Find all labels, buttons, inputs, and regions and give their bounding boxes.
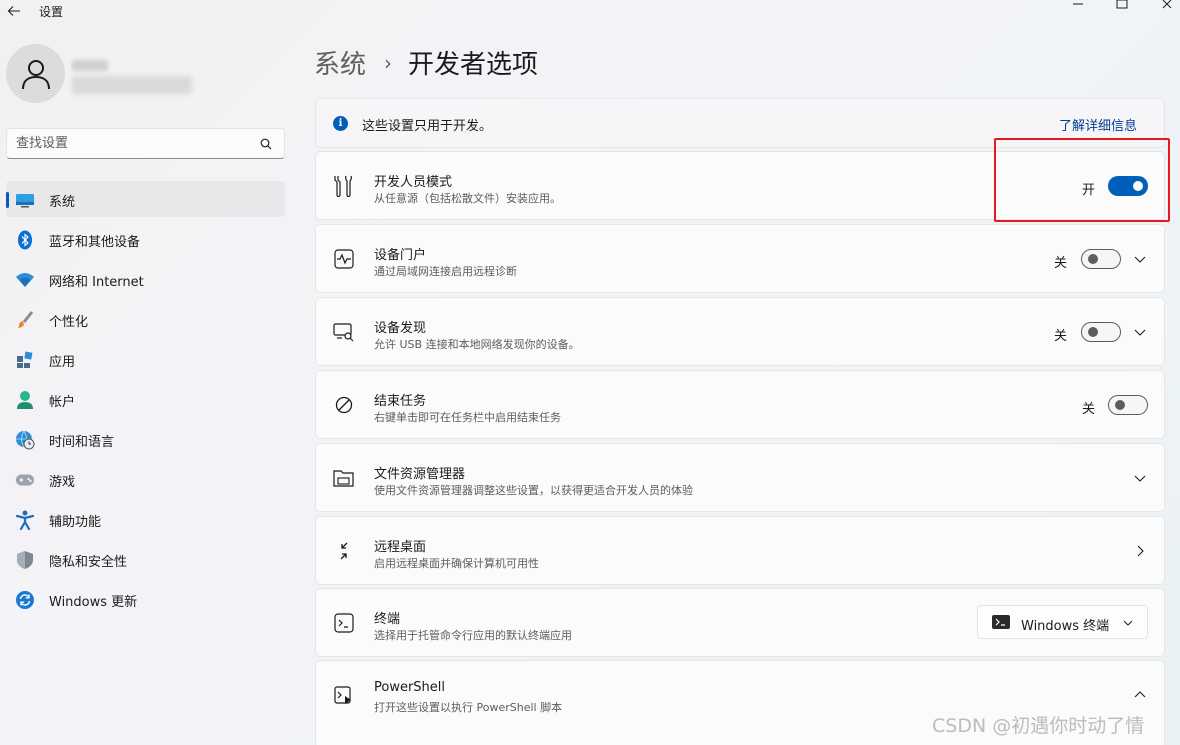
file-explorer-card[interactable]: 文件资源管理器 使用文件资源管理器调整这些设置，以获得更适合开发人员的体验 xyxy=(315,443,1165,512)
sidebar-item-apps[interactable]: 应用 xyxy=(6,341,285,377)
chevron-right-icon[interactable] xyxy=(1134,545,1146,557)
row-title: 设备门户 xyxy=(374,248,427,263)
info-banner: i 这些设置只用于开发。 了解详细信息 xyxy=(315,98,1165,148)
user-name-blurred xyxy=(72,60,108,71)
learn-more-link[interactable]: 了解详细信息 xyxy=(1059,115,1137,134)
maximize-button[interactable] xyxy=(1112,0,1132,12)
search-icon[interactable] xyxy=(260,138,272,150)
info-icon: i xyxy=(333,116,348,131)
terminal-icon xyxy=(333,612,355,634)
sidebar-item-system[interactable]: 系统 xyxy=(6,181,285,217)
developer-tools-icon xyxy=(333,175,355,197)
file-explorer-icon xyxy=(333,467,355,489)
sidebar-item-windows-update[interactable]: Windows 更新 xyxy=(6,581,285,617)
close-button[interactable] xyxy=(1158,0,1178,12)
row-subtitle: 右键单击即可在任务栏中启用结束任务 xyxy=(374,411,561,424)
page-title: 开发者选项 xyxy=(408,50,539,80)
row-subtitle: 启用远程桌面并确保计算机可用性 xyxy=(374,557,539,570)
wifi-icon xyxy=(15,270,35,290)
watermark: CSDN @初遇你时动了情 xyxy=(932,715,1145,737)
row-title: PowerShell xyxy=(374,680,446,695)
sidebar-item-gaming[interactable]: 游戏 xyxy=(6,461,285,497)
app-title: 设置 xyxy=(39,5,64,19)
system-icon xyxy=(15,190,35,210)
terminal-select[interactable]: Windows 终端 xyxy=(977,605,1148,639)
globe-clock-icon xyxy=(15,430,35,450)
remote-desktop-card[interactable]: 远程桌面 启用远程桌面并确保计算机可用性 xyxy=(315,516,1165,585)
sidebar-item-network[interactable]: 网络和 Internet xyxy=(6,261,285,297)
terminal-select-value: Windows 终端 xyxy=(1021,619,1110,634)
back-arrow-icon[interactable] xyxy=(6,3,22,19)
terminal-app-icon xyxy=(992,615,1010,629)
row-subtitle: 通过局域网连接启用远程诊断 xyxy=(374,265,517,278)
row-title: 开发人员模式 xyxy=(374,175,453,190)
end-task-card: 结束任务 右键单击即可在任务栏中启用结束任务 关 xyxy=(315,370,1165,439)
apps-icon xyxy=(15,350,35,370)
avatar[interactable] xyxy=(6,44,65,103)
toggle-state-label: 关 xyxy=(1082,402,1096,417)
sidebar-item-privacy[interactable]: 隐私和安全性 xyxy=(6,541,285,577)
remote-desktop-icon xyxy=(333,540,355,562)
gamepad-icon xyxy=(15,470,35,490)
powershell-icon xyxy=(333,685,355,707)
title-bar: 设置 xyxy=(0,0,1180,24)
end-task-icon xyxy=(333,394,355,416)
sidebar-item-bluetooth[interactable]: 蓝牙和其他设备 xyxy=(6,221,285,257)
device-portal-card[interactable]: 设备门户 通过局域网连接启用远程诊断 关 xyxy=(315,224,1165,293)
breadcrumb: 系统 › 开发者选项 xyxy=(314,44,538,81)
device-portal-icon xyxy=(333,248,355,270)
developer-mode-card: 开发人员模式 从任意源（包括松散文件）安装应用。 开 xyxy=(315,151,1165,220)
sidebar-nav: 系统 蓝牙和其他设备 网络和 Internet 个性化 应用 帐户 时间和语言 … xyxy=(6,181,285,621)
update-icon xyxy=(15,590,35,610)
sidebar-item-time-language[interactable]: 时间和语言 xyxy=(6,421,285,457)
accessibility-icon xyxy=(15,510,35,530)
row-title: 远程桌面 xyxy=(374,540,427,555)
shield-icon xyxy=(15,550,35,570)
device-discovery-card[interactable]: 设备发现 允许 USB 连接和本地网络发现你的设备。 关 xyxy=(315,297,1165,366)
breadcrumb-system[interactable]: 系统 xyxy=(314,44,366,81)
bluetooth-icon xyxy=(15,230,35,250)
device-portal-toggle[interactable] xyxy=(1081,249,1121,269)
chevron-down-icon xyxy=(1123,620,1133,626)
device-discovery-icon xyxy=(333,321,355,343)
search-input[interactable] xyxy=(16,129,256,158)
device-discovery-toggle[interactable] xyxy=(1081,322,1121,342)
chevron-down-icon[interactable] xyxy=(1134,253,1146,265)
breadcrumb-separator: › xyxy=(384,50,393,75)
row-title: 设备发现 xyxy=(374,321,427,336)
search-box[interactable] xyxy=(6,128,285,159)
row-subtitle: 允许 USB 连接和本地网络发现你的设备。 xyxy=(374,338,580,351)
account-icon xyxy=(15,390,35,410)
row-title: 终端 xyxy=(374,612,401,627)
end-task-toggle[interactable] xyxy=(1108,395,1148,415)
info-text: 这些设置只用于开发。 xyxy=(362,119,493,134)
row-subtitle: 使用文件资源管理器调整这些设置，以获得更适合开发人员的体验 xyxy=(374,484,693,497)
brush-icon xyxy=(15,310,35,330)
row-title: 文件资源管理器 xyxy=(374,467,466,482)
sidebar-item-personalization[interactable]: 个性化 xyxy=(6,301,285,337)
chevron-up-icon[interactable] xyxy=(1134,689,1146,701)
chevron-down-icon[interactable] xyxy=(1134,326,1146,338)
toggle-state-label: 关 xyxy=(1054,256,1068,271)
user-email-blurred xyxy=(72,76,192,94)
row-subtitle: 选择用于托管命令行应用的默认终端应用 xyxy=(374,629,572,642)
toggle-state-label: 关 xyxy=(1054,329,1068,344)
chevron-down-icon[interactable] xyxy=(1134,472,1146,484)
row-subtitle: 从任意源（包括松散文件）安装应用。 xyxy=(374,192,561,205)
row-subtitle: 打开这些设置以执行 PowerShell 脚本 xyxy=(374,701,563,714)
sidebar-item-accounts[interactable]: 帐户 xyxy=(6,381,285,417)
user-icon xyxy=(21,59,50,89)
minimize-button[interactable] xyxy=(1068,0,1088,12)
row-title: 结束任务 xyxy=(374,394,427,409)
sidebar-item-accessibility[interactable]: 辅助功能 xyxy=(6,501,285,537)
developer-mode-toggle[interactable] xyxy=(1108,176,1148,196)
toggle-state-label: 开 xyxy=(1082,183,1096,198)
